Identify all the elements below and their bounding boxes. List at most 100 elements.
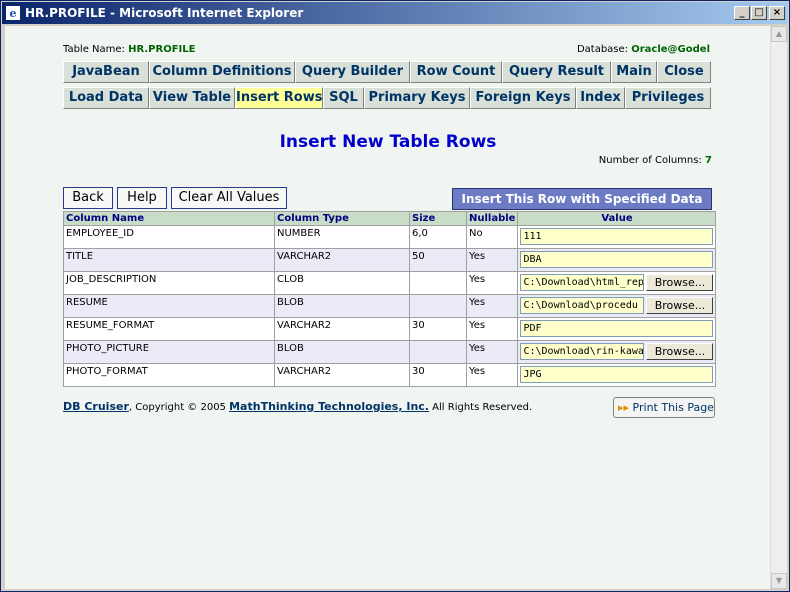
size-cell [409,271,467,295]
nav-privileges[interactable]: Privileges [625,87,711,109]
table-row: TITLE VARCHAR2 50 Yes DBA [63,248,717,272]
table-row: EMPLOYEE_ID NUMBER 6,0 No 111 [63,225,717,249]
nav-index[interactable]: Index [576,87,625,109]
window-title: HR.PROFILE - Microsoft Internet Explorer [25,6,304,20]
nav-main[interactable]: Main [611,61,657,83]
table-row: RESUME_FORMAT VARCHAR2 30 Yes PDF [63,317,717,341]
nullable-cell: Yes [465,317,519,341]
table-name-label: Table Name: [63,44,125,55]
column-name-cell: RESUME [63,294,275,318]
nav-sql[interactable]: SQL [323,87,364,109]
insert-row-button[interactable]: Insert This Row with Specified Data [452,188,712,210]
clear-all-values-button[interactable]: Clear All Values [171,187,287,209]
nav-row-2: Load Data View Table Insert Rows SQL Pri… [63,87,711,109]
nav-load-data[interactable]: Load Data [63,87,149,109]
page-title: Insert New Table Rows [279,132,497,152]
nav-insert-rows[interactable]: Insert Rows [235,87,323,109]
column-type-cell: CLOB [274,271,410,295]
column-name-cell: JOB_DESCRIPTION [63,271,275,295]
insert-values-table: Column Name Column Type Size Nullable Va… [63,211,717,387]
column-type-cell: VARCHAR2 [274,317,410,341]
column-count-label: Number of Columns: [598,155,702,166]
value-input[interactable]: DBA [520,251,714,268]
column-type-cell: BLOB [274,340,410,364]
column-name-cell: PHOTO_PICTURE [63,340,275,364]
table-name-info: Table Name: HR.PROFILE [63,44,195,55]
nullable-cell: Yes [465,340,519,364]
value-input[interactable]: 111 [520,228,714,245]
database-label: Database: [576,44,629,55]
value-cell: DBA [517,248,717,272]
nav-query-builder[interactable]: Query Builder [295,61,410,83]
nav-row-count[interactable]: Row Count [410,61,502,83]
nav-view-table[interactable]: View Table [149,87,235,109]
size-cell: 30 [409,317,467,341]
database-value: Oracle@Godel [631,44,710,55]
file-path-input[interactable]: C:\Download\rin-kawa [520,343,645,360]
nullable-cell: Yes [465,248,519,272]
nav-primary-keys[interactable]: Primary Keys [364,87,470,109]
table-row: JOB_DESCRIPTION CLOB Yes C:\Download\html_r… [63,271,717,295]
col-header-value: Value [517,211,717,226]
nullable-cell: Yes [465,363,519,387]
file-path-input[interactable]: C:\Download\html_rep [520,274,645,291]
file-path-input[interactable]: C:\Download\procedu [520,297,645,314]
database-info: Database: Oracle@Godel [577,44,710,55]
column-name-cell: PHOTO_FORMAT [63,363,275,387]
column-type-cell: NUMBER [274,225,410,249]
col-header-type: Column Type [274,211,410,226]
browse-button[interactable]: Browse... [646,343,714,360]
nullable-cell: Yes [465,271,519,295]
print-page-button[interactable]: ▸▸ Print This Page [613,397,715,418]
size-cell: 30 [409,363,467,387]
value-input[interactable]: JPG [520,366,714,383]
maximize-button[interactable]: □ [751,6,767,20]
scroll-up-button[interactable]: ▲ [771,26,787,42]
print-page-label: Print This Page [632,401,714,414]
vertical-scrollbar[interactable]: ▲ ▼ [770,26,787,589]
size-cell [409,340,467,364]
column-count-value: 7 [705,155,712,166]
table-row: PHOTO_FORMAT VARCHAR2 30 Yes JPG [63,363,717,387]
column-name-cell: TITLE [63,248,275,272]
nav-column-definitions[interactable]: Column Definitions [149,61,295,83]
company-link[interactable]: MathThinking Technologies, Inc. [229,400,429,413]
column-type-cell: VARCHAR2 [274,363,410,387]
col-header-name: Column Name [63,211,275,226]
nullable-cell: No [465,225,519,249]
double-arrow-icon: ▸▸ [618,401,630,414]
copyright-text: , Copyright © 2005 [128,402,230,413]
nav-query-result[interactable]: Query Result [502,61,611,83]
col-header-size: Size [409,211,467,226]
size-cell [409,294,467,318]
table-row: PHOTO_PICTURE BLOB Yes C:\Download\rin-kawa… [63,340,717,364]
close-window-button[interactable]: × [769,6,785,20]
value-input[interactable]: PDF [520,320,714,337]
page-content: ▲ ▼ Table Name: HR.PROFILE Database: Ora… [5,26,787,589]
table-row: RESUME BLOB Yes C:\Download\procedu Browse..… [63,294,717,318]
value-cell: JPG [517,363,717,387]
minimize-button[interactable]: _ [734,6,750,20]
value-cell: C:\Download\procedu Browse... [517,294,717,318]
nav-foreign-keys[interactable]: Foreign Keys [470,87,576,109]
table-name-value: HR.PROFILE [128,44,196,55]
db-cruiser-link[interactable]: DB Cruiser [63,400,129,413]
browser-window: e HR.PROFILE - Microsoft Internet Explor… [0,0,790,592]
size-cell: 50 [409,248,467,272]
nullable-cell: Yes [465,294,519,318]
browse-button[interactable]: Browse... [646,297,714,314]
svg-text:e: e [10,7,17,20]
column-name-cell: EMPLOYEE_ID [63,225,275,249]
col-header-nullable: Nullable [465,211,519,226]
ie-icon: e [6,6,20,20]
column-type-cell: BLOB [274,294,410,318]
column-count: Number of Columns: 7 [599,155,712,166]
nav-close[interactable]: Close [657,61,711,83]
scroll-down-button[interactable]: ▼ [771,573,787,589]
browse-button[interactable]: Browse... [646,274,714,291]
footer: DB Cruiser, Copyright © 2005 MathThinkin… [63,400,532,413]
nav-row-1: JavaBean Column Definitions Query Builde… [63,61,711,83]
back-button[interactable]: Back [63,187,113,209]
help-button[interactable]: Help [117,187,167,209]
nav-javabean[interactable]: JavaBean [63,61,149,83]
